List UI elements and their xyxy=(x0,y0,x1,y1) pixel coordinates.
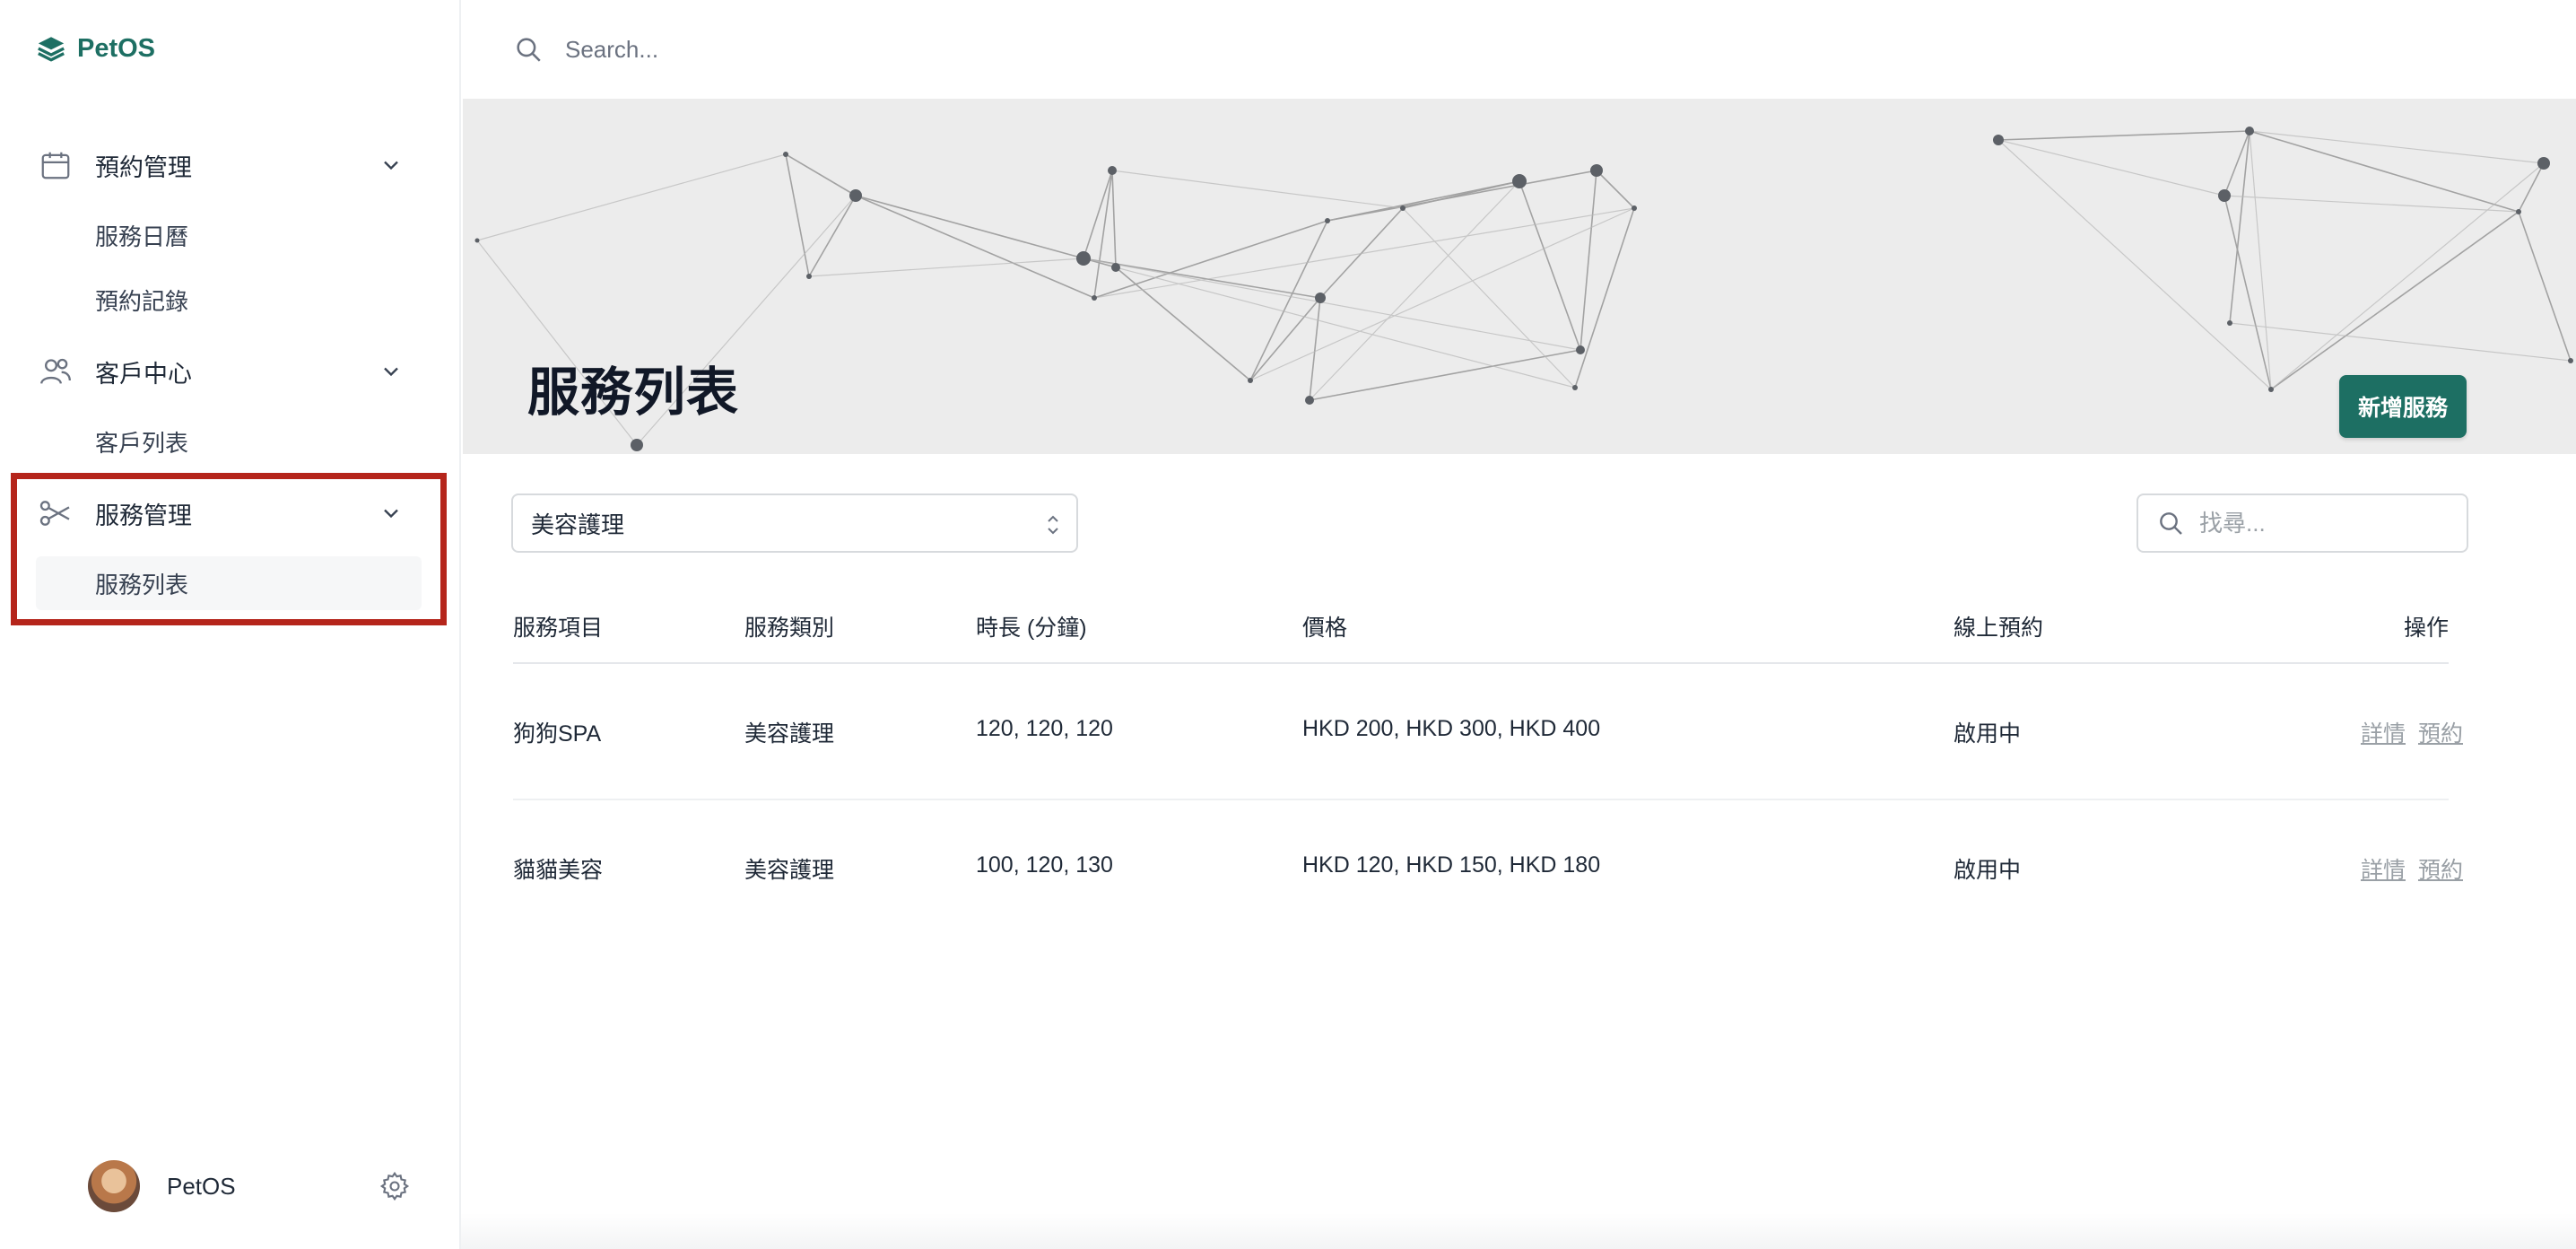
column-header-service: 服務項目 xyxy=(513,616,604,641)
brand-logo[interactable]: PetOS xyxy=(36,31,155,66)
cell-service-name: 狗狗SPA xyxy=(513,721,602,747)
sidebar-item-booking-records[interactable]: 預約記錄 xyxy=(36,273,422,327)
users-icon xyxy=(36,352,75,391)
cell-online-status: 啟用中 xyxy=(1954,721,2022,747)
user-profile[interactable]: PetOS xyxy=(88,1159,411,1213)
chevron-down-icon[interactable] xyxy=(379,501,404,526)
table-search-box[interactable] xyxy=(2137,493,2468,553)
sidebar-item-customer-list[interactable]: 客戶列表 xyxy=(36,415,422,468)
top-bar xyxy=(461,0,2576,99)
row-actions: 詳情 預約 xyxy=(2361,852,2463,885)
cell-duration: 120, 120, 120 xyxy=(976,716,1113,741)
nav-group-customers[interactable]: 客戶中心 xyxy=(36,346,425,397)
column-header-duration: 時長 (分鐘) xyxy=(976,616,1087,641)
services-table: 服務項目 服務類別 時長 (分鐘) 價格 線上預約 操作 狗狗SPA 美容護理 … xyxy=(513,592,2468,935)
chevron-down-icon[interactable] xyxy=(379,153,404,178)
detail-link[interactable]: 詳情 xyxy=(2361,852,2406,885)
calendar-icon xyxy=(36,145,75,185)
cell-category: 美容護理 xyxy=(744,721,835,747)
app-root: PetOS 預約管理 服務日曆 預約記錄 客戶中心 客戶列表 服務管理 服務列表… xyxy=(0,0,2576,1249)
book-link[interactable]: 預約 xyxy=(2418,852,2463,885)
cell-category: 美容護理 xyxy=(744,858,835,883)
network-background-illustration xyxy=(474,127,2573,451)
page-hero: 服務列表 新增服務 xyxy=(463,99,2576,454)
table-header: 服務項目 服務類別 時長 (分鐘) 價格 線上預約 操作 xyxy=(513,592,2449,664)
layers-icon xyxy=(38,37,65,62)
chevron-up-down-icon xyxy=(1048,515,1058,535)
avatar[interactable] xyxy=(88,1160,140,1212)
nav-group-label: 預約管理 xyxy=(95,153,192,181)
brand-name: PetOS xyxy=(77,33,156,63)
category-select-value: 美容護理 xyxy=(531,511,625,538)
add-service-button[interactable]: 新增服務 xyxy=(2339,375,2467,438)
scissors-icon xyxy=(36,493,75,533)
chevron-down-icon[interactable] xyxy=(379,359,404,384)
table-row: 貓貓美容 美容護理 100, 120, 130 HKD 120, HKD 150… xyxy=(513,800,2463,935)
sidebar-item-label: 客戶列表 xyxy=(95,429,189,457)
sidebar-item-service-list[interactable]: 服務列表 xyxy=(36,556,422,610)
sidebar-item-service-calendar[interactable]: 服務日曆 xyxy=(36,208,422,262)
sidebar-item-label: 服務日曆 xyxy=(95,223,189,250)
cell-price: HKD 200, HKD 300, HKD 400 xyxy=(1302,716,1601,741)
bottom-shadow xyxy=(461,1213,2576,1249)
column-header-online-booking: 線上預約 xyxy=(1954,616,2044,641)
nav-group-label: 客戶中心 xyxy=(95,360,192,388)
nav-group-label: 服務管理 xyxy=(95,502,192,529)
sidebar-item-label: 服務列表 xyxy=(95,571,189,598)
column-header-price: 價格 xyxy=(1302,616,1348,641)
user-name: PetOS xyxy=(167,1172,236,1200)
category-select[interactable]: 美容護理 xyxy=(511,493,1078,553)
column-header-category: 服務類別 xyxy=(744,616,835,641)
column-header-actions: 操作 xyxy=(2403,616,2449,641)
page-title: 服務列表 xyxy=(527,363,740,422)
cell-online-status: 啟用中 xyxy=(1954,858,2022,883)
row-actions: 詳情 預約 xyxy=(2361,716,2463,748)
search-icon xyxy=(517,38,541,62)
nav-group-appointments[interactable]: 預約管理 xyxy=(36,140,425,190)
sidebar: PetOS 預約管理 服務日曆 預約記錄 客戶中心 客戶列表 服務管理 服務列表… xyxy=(0,0,461,1249)
cell-price: HKD 120, HKD 150, HKD 180 xyxy=(1302,852,1601,878)
table-search-input[interactable] xyxy=(2197,508,2443,538)
table-row: 狗狗SPA 美容護理 120, 120, 120 HKD 200, HKD 30… xyxy=(513,664,2463,800)
sidebar-item-label: 預約記錄 xyxy=(95,287,189,315)
book-link[interactable]: 預約 xyxy=(2418,716,2463,748)
detail-link[interactable]: 詳情 xyxy=(2361,716,2406,748)
cell-service-name: 貓貓美容 xyxy=(513,858,604,883)
search-icon xyxy=(2160,512,2182,535)
cell-duration: 100, 120, 130 xyxy=(976,852,1113,878)
global-search-input[interactable] xyxy=(563,34,1284,65)
nav-group-services[interactable]: 服務管理 xyxy=(36,488,425,538)
gear-icon[interactable] xyxy=(379,1170,411,1202)
